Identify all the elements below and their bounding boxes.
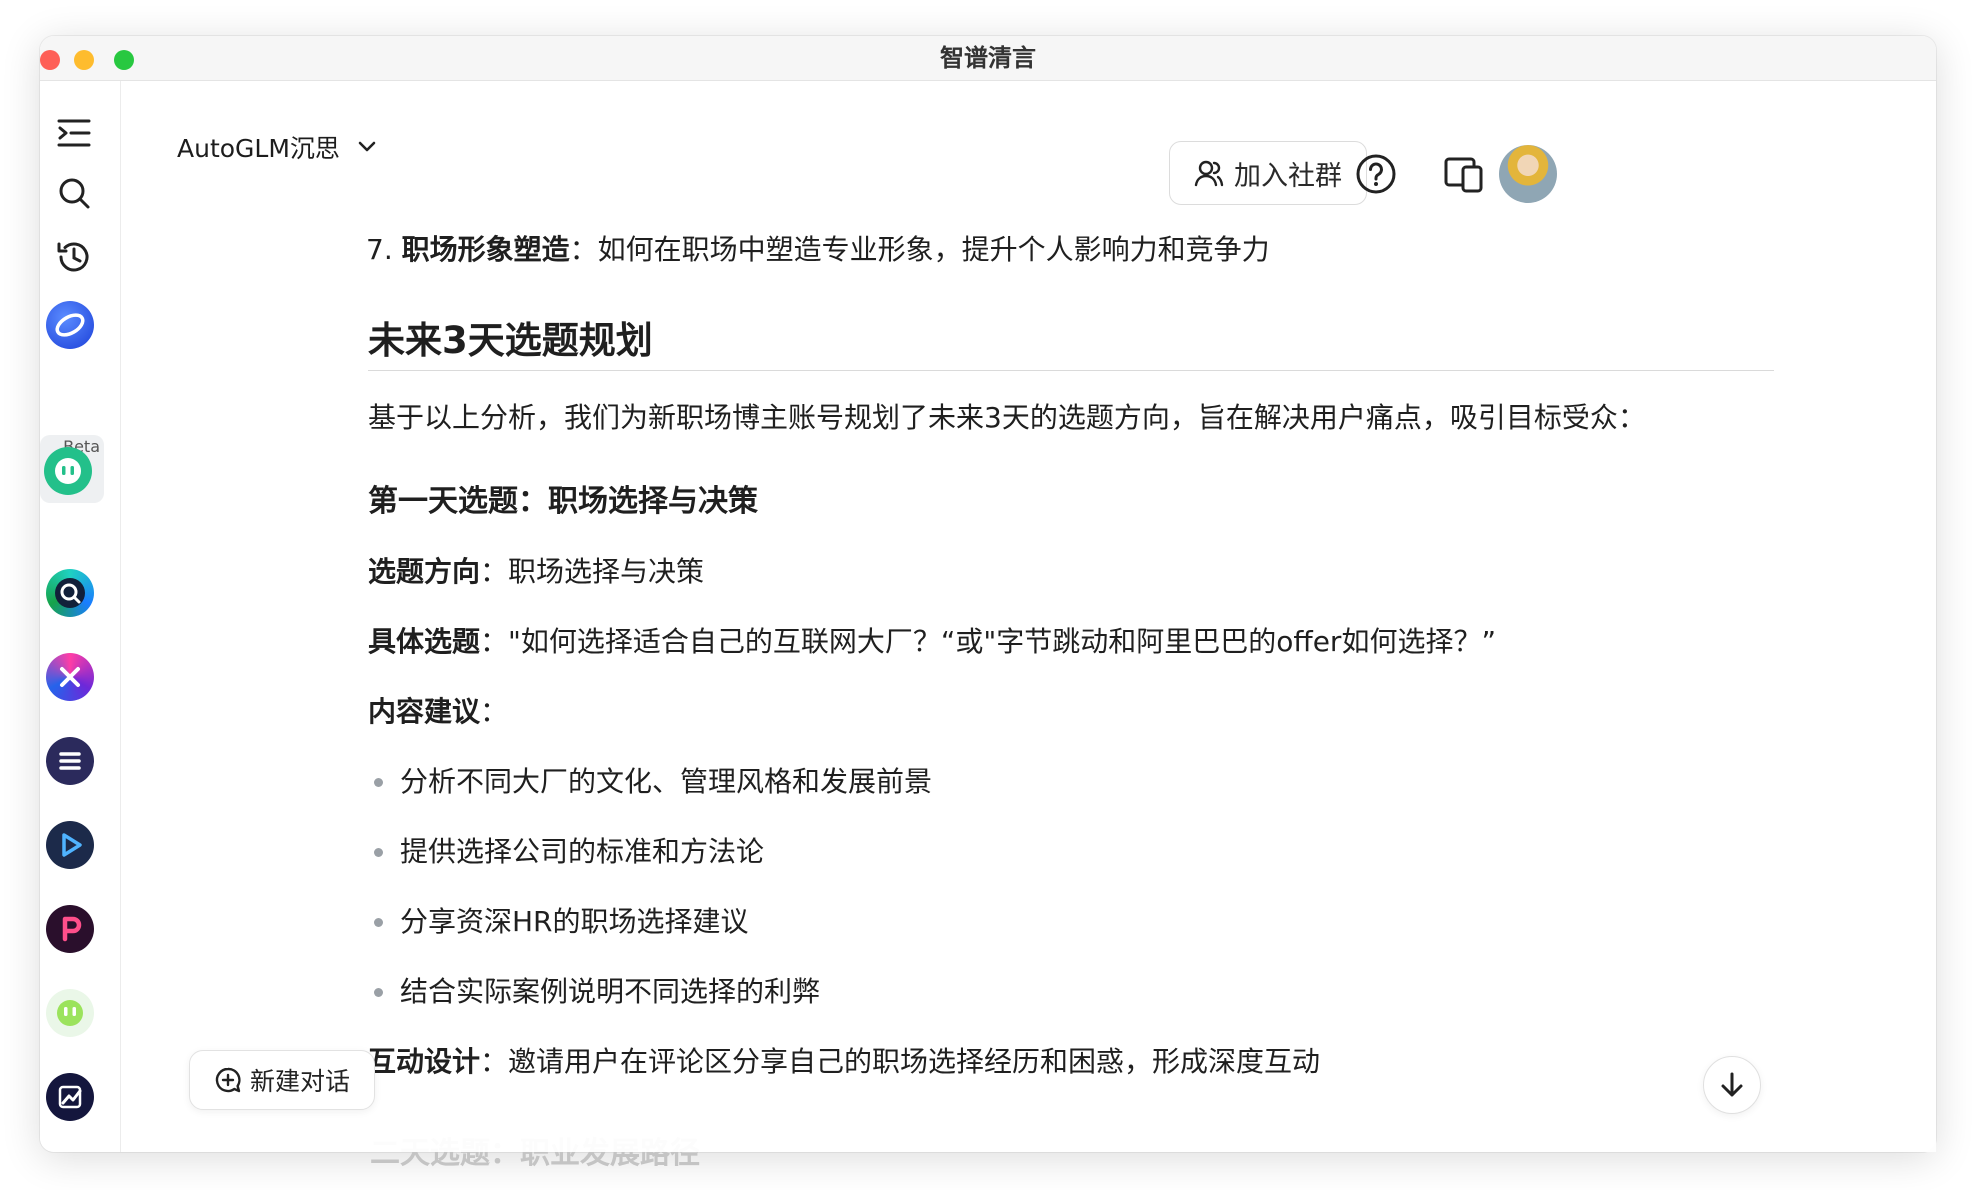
model-name: AutoGLM沉思: [177, 134, 340, 163]
heading-divider: [368, 370, 1774, 371]
app-search-agent-icon[interactable]: [46, 569, 94, 617]
direction-label: 选题方向: [368, 555, 481, 588]
menu-collapse-icon: [57, 119, 91, 147]
app-list-icon[interactable]: [46, 737, 94, 785]
top-header: AutoGLM沉思 加入社群: [121, 81, 1936, 205]
item7-text: ：如何在职场中塑造专业形象，提升个人影响力和竞争力: [569, 233, 1270, 266]
bullet-dot: [374, 778, 383, 787]
content-fade: [121, 1072, 1936, 1152]
app-chatglm-icon[interactable]: [46, 301, 94, 349]
sidebar-toggle-button[interactable]: [50, 109, 98, 157]
topic-line: 具体选题："如何选择适合自己的互联网大厂？“或"字节跳动和阿里巴巴的offer如…: [368, 620, 1496, 660]
devices-button[interactable]: [1441, 151, 1487, 197]
new-chat-label: 新建对话: [249, 1067, 350, 1096]
list-item-7: 7. 职场形象塑造：如何在职场中塑造专业形象，提升个人影响力和竞争力: [366, 228, 1270, 268]
direction-line: 选题方向：职场选择与决策: [368, 550, 704, 590]
sidebar: Beta: [40, 81, 121, 1152]
title-bar: 智谱清言: [40, 36, 1936, 81]
bullet-dot: [374, 988, 383, 997]
direction-text: ：职场选择与决策: [480, 555, 705, 588]
bullet-dot: [374, 848, 383, 857]
user-avatar[interactable]: [1499, 145, 1557, 203]
day1-heading: 第一天选题：职场选择与决策: [368, 484, 758, 519]
window-title: 智谱清言: [940, 44, 1036, 72]
app-creative-icon[interactable]: [46, 653, 94, 701]
app-green-icon[interactable]: [46, 989, 94, 1037]
topic-label: 具体选题: [368, 625, 481, 658]
advice-label: 内容建议: [368, 695, 481, 728]
new-chat-icon: [215, 1067, 241, 1093]
chevron-down-icon: [358, 141, 376, 152]
list-item: 提供选择公司的标准和方法论: [400, 835, 765, 868]
section-heading: 未来3天选题规划: [368, 319, 653, 362]
item7-title: 职场形象塑造: [401, 233, 570, 266]
join-community-label: 加入社群: [1234, 160, 1342, 192]
app-chart-icon[interactable]: [46, 1073, 94, 1121]
users-icon: [1194, 160, 1224, 187]
advice-line: 内容建议：: [368, 690, 508, 730]
list-item: 结合实际案例说明不同选择的利弊: [400, 975, 821, 1008]
topic-text: ："如何选择适合自己的互联网大厂？“或"字节跳动和阿里巴巴的offer如何选择？…: [480, 625, 1496, 658]
history-button[interactable]: [50, 233, 98, 281]
scroll-to-bottom-button[interactable]: [1703, 1056, 1761, 1114]
help-icon: [1356, 154, 1396, 194]
join-community-button[interactable]: 加入社群: [1169, 141, 1367, 205]
new-chat-button[interactable]: 新建对话: [189, 1050, 375, 1110]
app-video-icon[interactable]: [46, 821, 94, 869]
devices-icon: [1444, 157, 1483, 193]
advice-colon: ：: [480, 695, 509, 728]
list-item: 分析不同大厂的文化、管理风格和发展前景: [400, 765, 933, 798]
app-window: 智谱清言 Beta AutoGLM沉思 加入社群: [40, 36, 1936, 1152]
search-icon: [59, 178, 90, 209]
model-selector[interactable]: AutoGLM沉思: [177, 129, 376, 165]
app-p-icon[interactable]: [46, 905, 94, 953]
app-autoglm-icon[interactable]: [44, 447, 92, 495]
help-button[interactable]: [1353, 151, 1399, 197]
history-icon: [57, 242, 89, 272]
search-button[interactable]: [50, 169, 98, 217]
arrow-down-icon: [1721, 1072, 1743, 1097]
bullet-dot: [374, 918, 383, 927]
intro-paragraph: 基于以上分析，我们为新职场博主账号规划了未来3天的选题方向，旨在解决用户痛点，吸…: [368, 401, 1646, 434]
list-item: 分享资深HR的职场选择建议: [400, 905, 749, 938]
beta-app-slot[interactable]: Beta: [40, 435, 104, 503]
item7-number: 7.: [366, 233, 402, 266]
